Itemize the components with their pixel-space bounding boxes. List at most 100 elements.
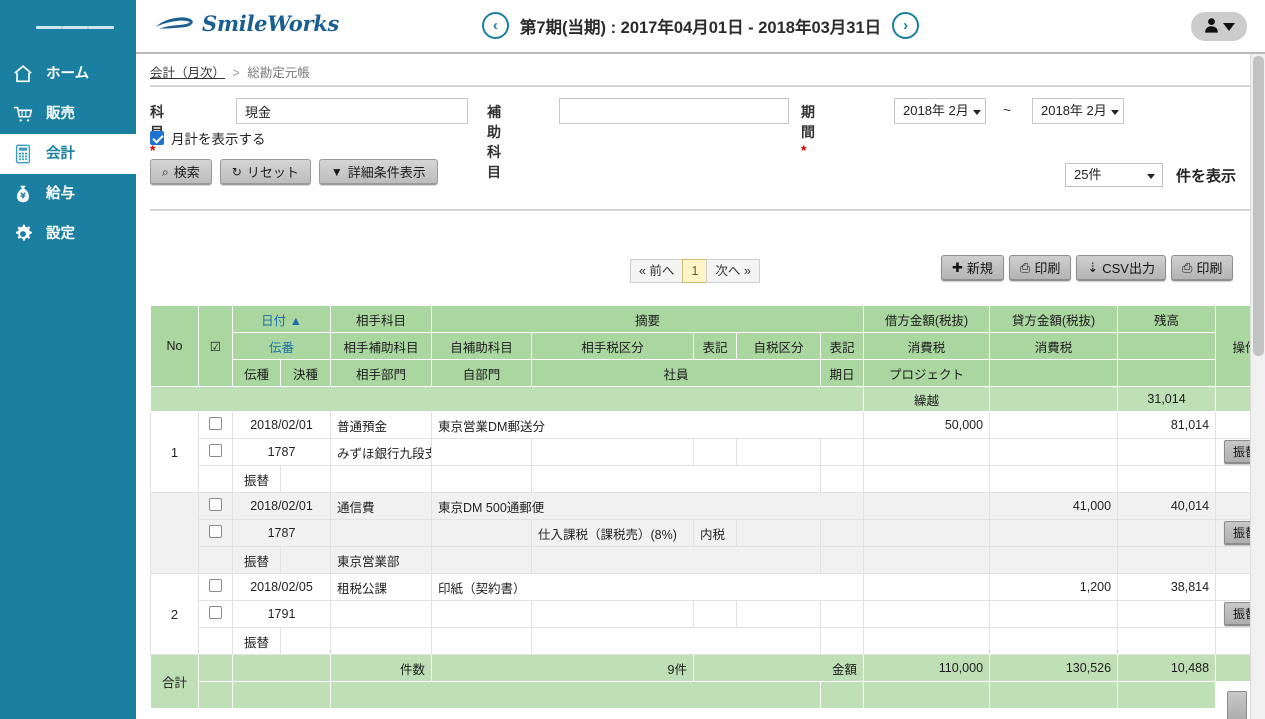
search-button-row: ⌕ 検索 ↻ リセット ▼ 詳細条件表示 (150, 159, 438, 185)
sidebar-item-payroll[interactable]: ¥ 給与 (0, 174, 136, 214)
row-checkbox-cell[interactable] (198, 519, 233, 547)
account-input[interactable] (236, 98, 468, 124)
row-checkbox[interactable] (209, 579, 222, 592)
row-blank (1117, 438, 1217, 466)
pagination-page-1[interactable]: 1 (682, 259, 708, 283)
per-page-suffix: 件を表示 (1176, 168, 1237, 185)
sidebar-item-settings[interactable]: 設定 (0, 214, 136, 254)
totals-count-value: 9件 (431, 654, 694, 682)
table-row[interactable]: 1787 みずほ銀行九段支店 振替 (151, 438, 1265, 466)
period-from-value: 2018年 2月 (903, 103, 969, 118)
row-checkbox-cell[interactable] (198, 411, 233, 439)
row-balance: 38,814 (1117, 573, 1217, 601)
table-row[interactable]: 2 2018/02/05 租税公課 印紙（契約書） 1,200 38,814 (150, 573, 1265, 655)
col-counter-tax-class: 相手税区分 (531, 332, 694, 360)
period-from-select[interactable]: 2018年 2月 (894, 98, 986, 124)
sidebar-item-accounting[interactable]: 会計 (0, 134, 136, 174)
sidebar-item-label: ホーム (46, 65, 90, 82)
row-checkbox[interactable] (209, 498, 222, 511)
row-date: 2018/02/05 (232, 573, 331, 601)
table-row[interactable]: 1 2018/02/01 普通預金 東京営業DM郵送分 50,000 81,01… (150, 411, 1265, 493)
breadcrumb-parent[interactable]: 会計（月次） (150, 66, 225, 80)
row-settle-type (280, 627, 331, 655)
sidebar-item-home[interactable]: ホーム (0, 54, 136, 94)
row-checkbox-cell[interactable] (198, 600, 233, 628)
csv-export-label: CSV出力 (1102, 261, 1155, 276)
table-row[interactable]: 振替 (151, 627, 1265, 655)
filter-icon: ▼ (330, 164, 343, 179)
row-debit (863, 573, 991, 601)
download-icon: ⇣ (1087, 259, 1099, 275)
row-checkbox-cell[interactable] (198, 492, 233, 520)
col-own-tax-class: 自税区分 (736, 332, 821, 360)
row-due-date (819, 627, 865, 655)
plus-icon: ✚ (952, 259, 963, 275)
row-checkbox-cell[interactable] (198, 573, 233, 601)
new-entry-label: 新規 (966, 261, 993, 276)
col-blank-header-2 (989, 359, 1119, 387)
row-blank-3 (1117, 546, 1217, 574)
new-entry-button[interactable]: ✚ 新規 (941, 255, 1004, 281)
table-header: No ☑ 日付 ▲ 相手科目 摘要 借方金額(税抜) 貸方金額(税抜) 残高 操… (149, 305, 1265, 412)
reset-button[interactable]: ↻ リセット (219, 159, 311, 185)
totals-count-label: 件数 (330, 654, 432, 682)
totals2-blank-7 (1117, 681, 1217, 709)
pagination-next[interactable]: 次へ » (706, 259, 760, 283)
required-marker: * (801, 142, 807, 158)
row-own-tax-class (736, 600, 821, 628)
col-counter-dept: 相手部門 (330, 359, 432, 387)
row-counter-sub-account (330, 600, 432, 628)
row-notation-2 (819, 438, 865, 466)
pagination-prev[interactable]: « 前へ (630, 259, 684, 283)
table-header-row-3: 伝種 決種 相手部門 自部門 社員 期日 プロジェクト (151, 359, 1265, 387)
scrollbar-thumb[interactable] (1253, 56, 1264, 356)
floating-side-button[interactable] (1227, 691, 1247, 719)
table-row[interactable]: 1791 振替 (151, 600, 1265, 628)
row-notation-2 (819, 600, 865, 628)
col-consumption-tax-debit: 消費税 (863, 332, 991, 360)
advanced-filter-label: 詳細条件表示 (347, 165, 426, 180)
chevron-left-icon[interactable]: ‹ (481, 12, 509, 39)
col-project: プロジェクト (863, 359, 991, 387)
table-footer: 合計 件数 9件 金額 110,000 130,526 10,488 (150, 654, 1265, 709)
row-counter-dept (330, 627, 432, 655)
hamburger-bar (62, 25, 88, 29)
monthly-total-checkbox[interactable] (150, 131, 164, 145)
table-row[interactable]: 振替 (151, 465, 1265, 493)
table-header-row-1: No ☑ 日付 ▲ 相手科目 摘要 借方金額(税抜) 貸方金額(税抜) 残高 操… (150, 305, 1265, 387)
app-logo[interactable]: SmileWorks (154, 11, 339, 36)
row-debit (863, 492, 991, 520)
row-checkbox[interactable] (209, 444, 222, 457)
col-due-date: 期日 (819, 359, 865, 387)
row-checkbox[interactable] (209, 525, 222, 538)
table-row[interactable]: 振替 東京営業部 (151, 546, 1265, 574)
row-checkbox[interactable] (209, 606, 222, 619)
page-scrollbar[interactable] (1250, 54, 1265, 719)
chevron-right-icon[interactable]: › (892, 12, 920, 39)
advanced-filter-button[interactable]: ▼ 詳細条件表示 (318, 159, 438, 185)
row-blank (1117, 600, 1217, 628)
row-checkbox-cell[interactable] (198, 438, 233, 466)
csv-export-button[interactable]: ⇣ CSV出力 (1076, 255, 1166, 281)
user-menu-button[interactable] (1191, 12, 1247, 41)
hamburger-icon[interactable] (0, 0, 136, 54)
print-button-1[interactable]: ⎙ 印刷 (1008, 255, 1072, 281)
sub-account-input[interactable] (559, 98, 789, 124)
table-row[interactable]: 1787 仕入課税（課税売）(8%) 内税 振替 (151, 519, 1265, 547)
per-page-select[interactable]: 25件 (1065, 163, 1163, 187)
monthly-total-label: 月計を表示する (171, 132, 266, 147)
col-select-all-checkbox[interactable]: ☑ (198, 305, 233, 387)
row-counter-account: 通信費 (330, 492, 432, 520)
search-button[interactable]: ⌕ 検索 (150, 159, 212, 185)
sidebar-item-sales[interactable]: 販売 (0, 94, 136, 134)
period-to-select[interactable]: 2018年 2月 (1032, 98, 1124, 124)
row-checkbox[interactable] (209, 417, 222, 430)
row-settle-type (280, 465, 331, 493)
print-button-2[interactable]: ⎙ 印刷 (1170, 255, 1234, 281)
col-date-sort[interactable]: 日付 ▲ (232, 305, 331, 333)
col-slip-no[interactable]: 伝番 (232, 332, 331, 360)
col-slip-type: 伝種 (232, 359, 281, 387)
table-row[interactable]: 2018/02/01 通信費 東京DM 500通郵便 41,000 40,014 (150, 492, 1265, 574)
totals2-blank-4 (819, 681, 865, 709)
col-counter-sub-account: 相手補助科目 (330, 332, 432, 360)
